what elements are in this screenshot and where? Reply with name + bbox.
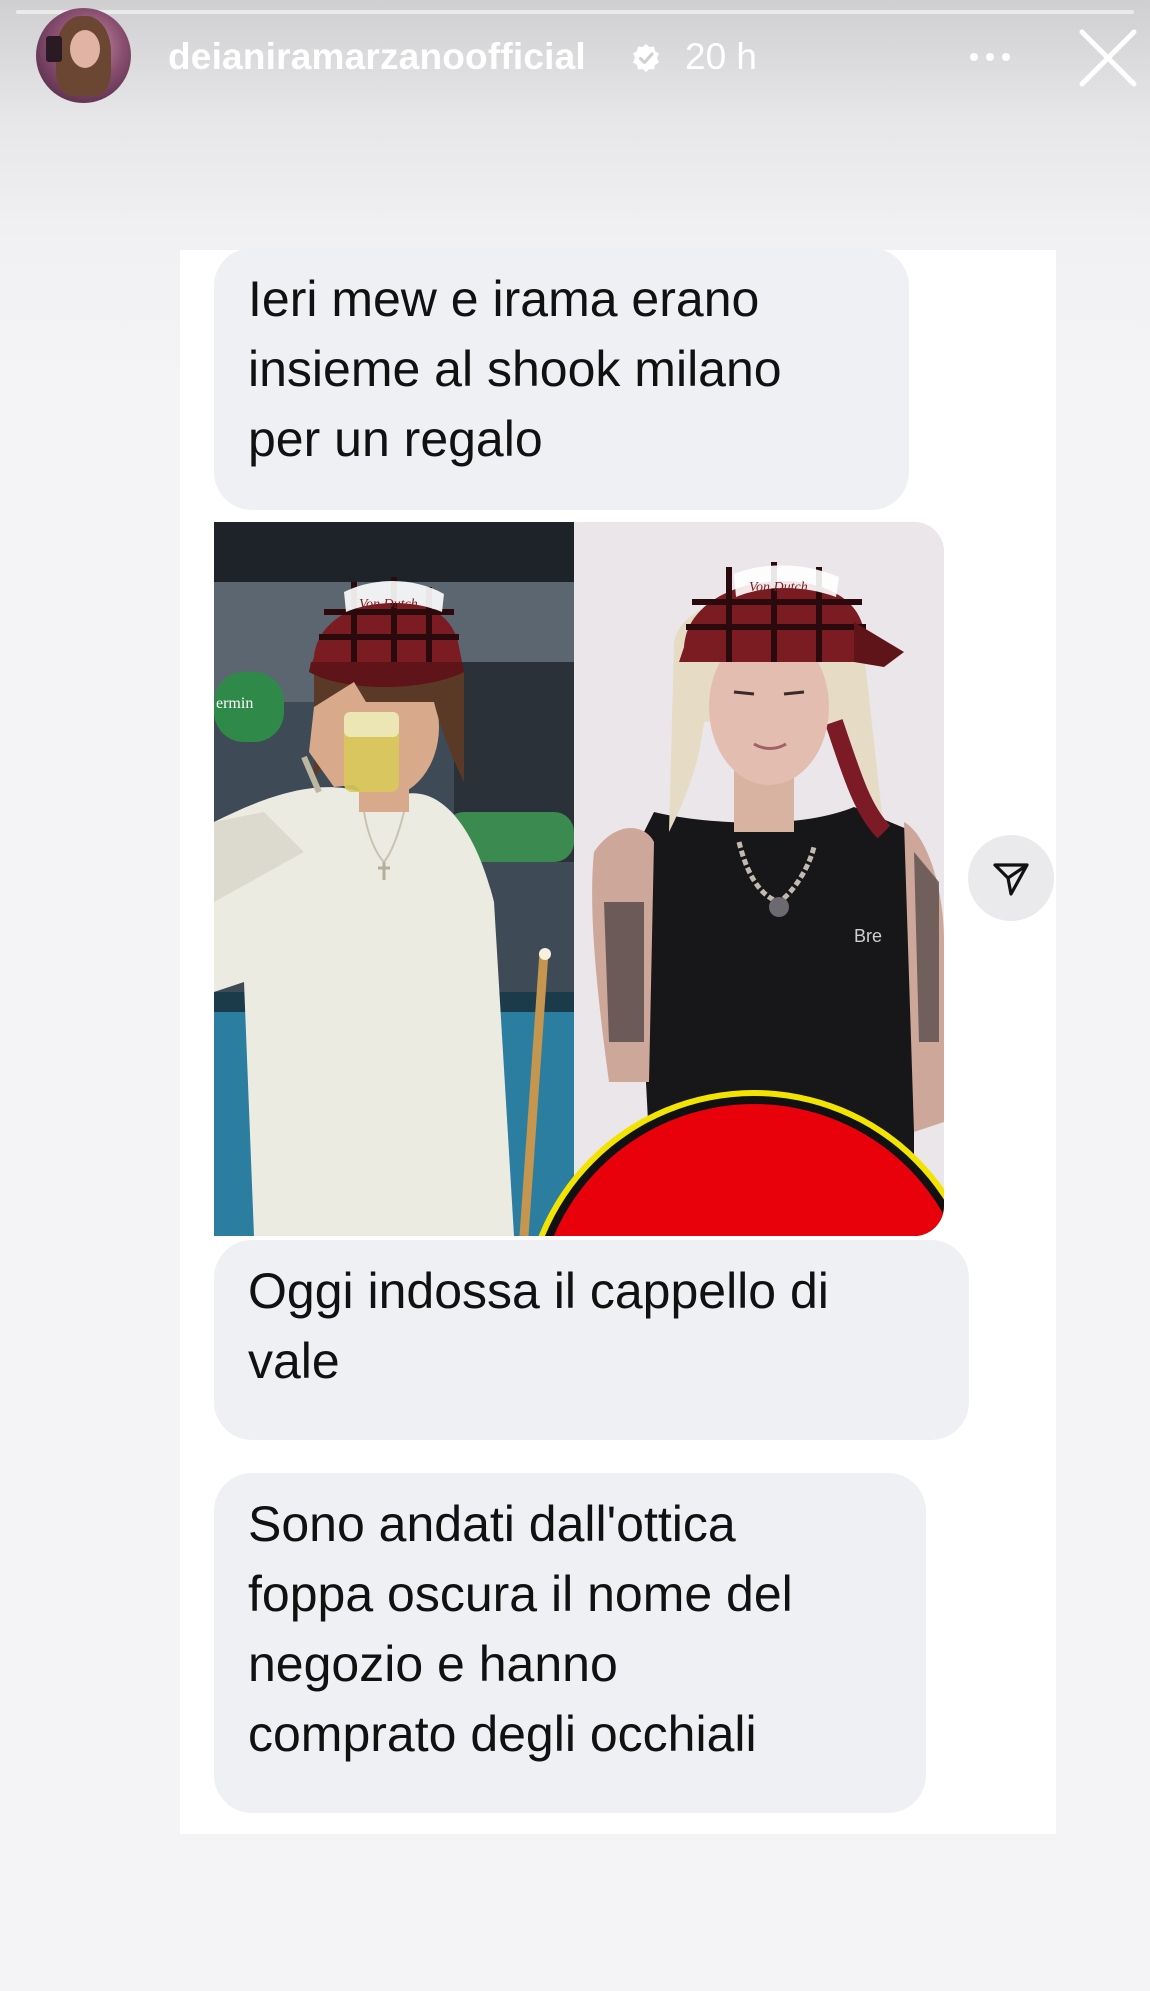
username-label[interactable]: deianiramarzanoofficial <box>168 36 586 78</box>
message-bubble: Sono andati dall'ottica foppa oscura il … <box>214 1473 926 1813</box>
cap-text-left: Von Dutch <box>359 597 418 612</box>
shirt-logo: Bre <box>854 926 882 946</box>
verified-badge-icon <box>633 44 659 72</box>
avatar-face <box>70 30 100 68</box>
more-dot <box>970 53 978 61</box>
more-options-icon[interactable] <box>962 32 1018 82</box>
post-time: 20 h <box>685 36 758 77</box>
more-dot <box>986 53 994 61</box>
more-dot <box>1002 53 1010 61</box>
paper-plane-icon <box>993 863 1029 896</box>
avatar-phone <box>46 36 62 62</box>
cap-text-right: Von Dutch <box>749 580 808 595</box>
send-icon[interactable] <box>968 835 1054 921</box>
shared-photo[interactable]: ermin Von Dutch Von Dutch Bre <box>214 522 944 1236</box>
message-bubble: Oggi indossa il cappello di vale <box>214 1240 969 1440</box>
photo-sign-text: ermin <box>216 695 253 712</box>
message-bubble: Ieri mew e irama erano insieme al shook … <box>214 248 909 510</box>
close-icon[interactable] <box>1076 26 1140 90</box>
story-header: deianiramarzanoofficial 20 h <box>0 0 1150 120</box>
profile-avatar[interactable] <box>36 8 131 103</box>
